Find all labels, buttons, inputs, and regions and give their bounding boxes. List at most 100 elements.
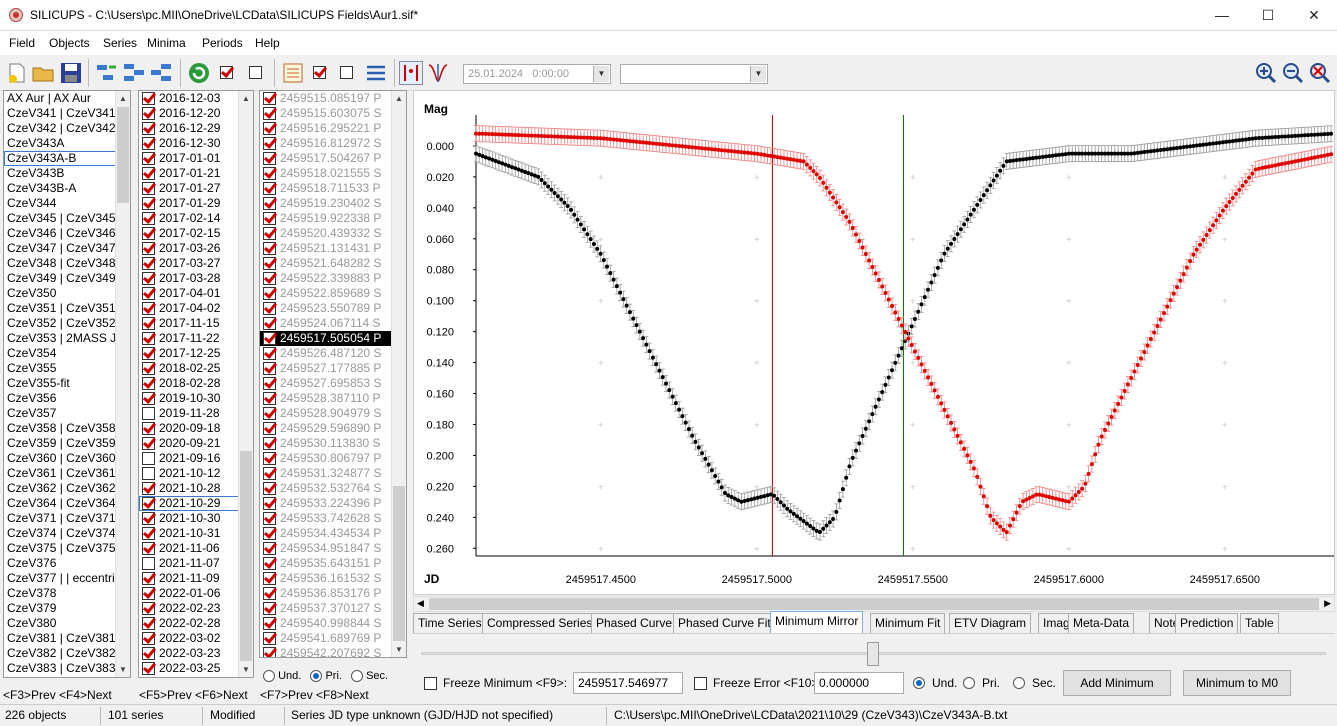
scroll-left-icon[interactable]: ◀ [417,598,424,609]
list-item[interactable]: CzeV381 | CzeV381 [4,631,130,646]
minimum-checkbox[interactable] [263,227,276,241]
series-split-icon[interactable] [149,61,173,85]
freeze-error-checkbox[interactable] [694,677,707,690]
menu-minima[interactable]: Minima [147,36,186,50]
list-item[interactable]: CzeV382 | CzeV382 [4,646,130,661]
series-checkbox[interactable] [142,257,155,271]
scroll-thumb[interactable] [240,451,252,661]
series-checkbox[interactable] [142,347,155,361]
series-checkbox[interactable] [142,212,155,226]
menu-field[interactable]: Field [9,36,35,50]
minimum-checkbox[interactable] [263,212,276,226]
chevron-down-icon[interactable]: ▼ [593,66,609,82]
list-item[interactable]: 2459542.207692 S [260,646,406,657]
menu-help[interactable]: Help [255,36,280,50]
menu-periods[interactable]: Periods [202,36,243,50]
minimum-checkbox[interactable] [263,587,276,601]
chart-horizontal-scrollbar[interactable]: ◀ ▶ [413,596,1335,612]
series-checkbox[interactable] [142,422,155,436]
series-checkbox[interactable] [142,242,155,256]
list-item[interactable]: CzeV356 [4,391,130,406]
series-checkbox[interactable] [142,287,155,301]
list-item[interactable]: 2459515.085197 P [260,91,406,106]
scroll-up-icon[interactable]: ▲ [116,91,130,106]
series-checkbox[interactable] [142,527,155,541]
tab-minimum-mirror[interactable]: Minimum Mirror [770,611,864,634]
list-item[interactable]: 2459524.067114 S [260,316,406,331]
list-item[interactable]: 2021-11-07 [139,556,253,571]
date-time-picker[interactable]: 25.01.2024 0:00:00 ▼ [463,64,611,84]
series-scrollbar[interactable]: ▲ ▼ [238,91,253,677]
list-item[interactable]: 2459521.648282 S [260,256,406,271]
list-item[interactable]: 2021-10-31 [139,526,253,541]
list-item[interactable]: AX Aur | AX Aur [4,91,130,106]
series-checkbox[interactable] [142,647,155,661]
series-checkbox[interactable] [142,392,155,406]
chevron-down-icon[interactable]: ▼ [750,66,766,82]
series-checkbox[interactable] [142,107,155,121]
menu-objects[interactable]: Objects [49,36,90,50]
list-item[interactable]: 2017-04-01 [139,286,253,301]
list-item[interactable]: 2459533.742628 S [260,511,406,526]
close-button[interactable]: ✕ [1291,0,1337,30]
list-item[interactable]: CzeV341 | CzeV341 [4,106,130,121]
list-item[interactable]: CzeV343A-B [4,151,130,166]
list-item[interactable]: 2017-01-01 [139,151,253,166]
list-item[interactable]: 2459519.230402 S [260,196,406,211]
list-item[interactable]: 2021-10-30 [139,511,253,526]
series-move-icon[interactable] [95,61,119,85]
list-item[interactable]: CzeV343B-A [4,181,130,196]
list-item[interactable]: CzeV371 | CzeV371 [4,511,130,526]
minimum-checkbox[interactable] [263,197,276,211]
tab-prediction[interactable]: Prediction [1175,613,1239,633]
list-item[interactable]: 2021-09-16 [139,451,253,466]
series-checkbox[interactable] [142,137,155,151]
list-item[interactable]: 2017-03-28 [139,271,253,286]
series-checkbox[interactable] [142,227,155,241]
list-item[interactable]: 2459536.853176 P [260,586,406,601]
minima-nav[interactable]: <F7>Prev <F8>Next [260,688,369,702]
minimize-button[interactable]: — [1199,0,1245,30]
minimum-checkbox[interactable] [263,107,276,121]
list-item[interactable]: 2022-03-25 [139,661,253,676]
list-item[interactable]: 2021-10-12 [139,466,253,481]
minimum-checkbox[interactable] [263,272,276,286]
series-checkbox[interactable] [142,197,155,211]
minimum-checkbox[interactable] [263,92,276,106]
minimum-checkbox[interactable] [263,392,276,406]
minimum-checkbox[interactable] [263,347,276,361]
list-item[interactable]: 2459540.998844 S [260,616,406,631]
list-item[interactable]: 2459522.339883 P [260,271,406,286]
list-item[interactable]: CzeV351 | CzeV351 [4,301,130,316]
freeze-minimum-field[interactable]: 2459517.546977 [573,672,683,694]
series-checkbox[interactable] [142,272,155,286]
settings-sliders-icon[interactable] [364,61,388,85]
und-radio[interactable] [913,677,925,689]
list-item[interactable]: CzeV347 | CzeV347 [4,241,130,256]
new-file-icon[interactable] [5,61,29,85]
list-item[interactable]: CzeV345 | CzeV345 [4,211,130,226]
refresh-icon[interactable] [187,61,211,85]
filter-dropdown[interactable]: ▼ [620,64,768,84]
list-item[interactable]: 2021-11-09 [139,571,253,586]
list-item[interactable]: 2022-03-02 [139,631,253,646]
mirror-slider-thumb[interactable] [867,642,879,666]
scroll-thumb[interactable] [429,598,1319,610]
series-merge-icon[interactable] [122,61,146,85]
list-item[interactable]: 2017-11-22 [139,331,253,346]
list-item[interactable]: CzeV348 | CzeV348 [4,256,130,271]
minimum-checkbox[interactable] [263,437,276,451]
list-item[interactable]: 2022-03-23 [139,646,253,661]
sec-radio[interactable] [351,670,363,683]
freeze-minimum-checkbox[interactable] [424,677,437,690]
list-item[interactable]: 2459530.806797 P [260,451,406,466]
minimum-checkbox[interactable] [263,647,276,657]
minimum-checkbox[interactable] [263,467,276,481]
list-item[interactable]: CzeV355-fit [4,376,130,391]
check-minima-icon[interactable] [313,65,337,89]
zoom-reset-icon[interactable] [1308,61,1332,85]
series-checkbox[interactable] [142,482,155,496]
scroll-right-icon[interactable]: ▶ [1324,598,1331,609]
list-item[interactable]: 2016-12-30 [139,136,253,151]
minima-list-icon[interactable] [281,61,305,85]
